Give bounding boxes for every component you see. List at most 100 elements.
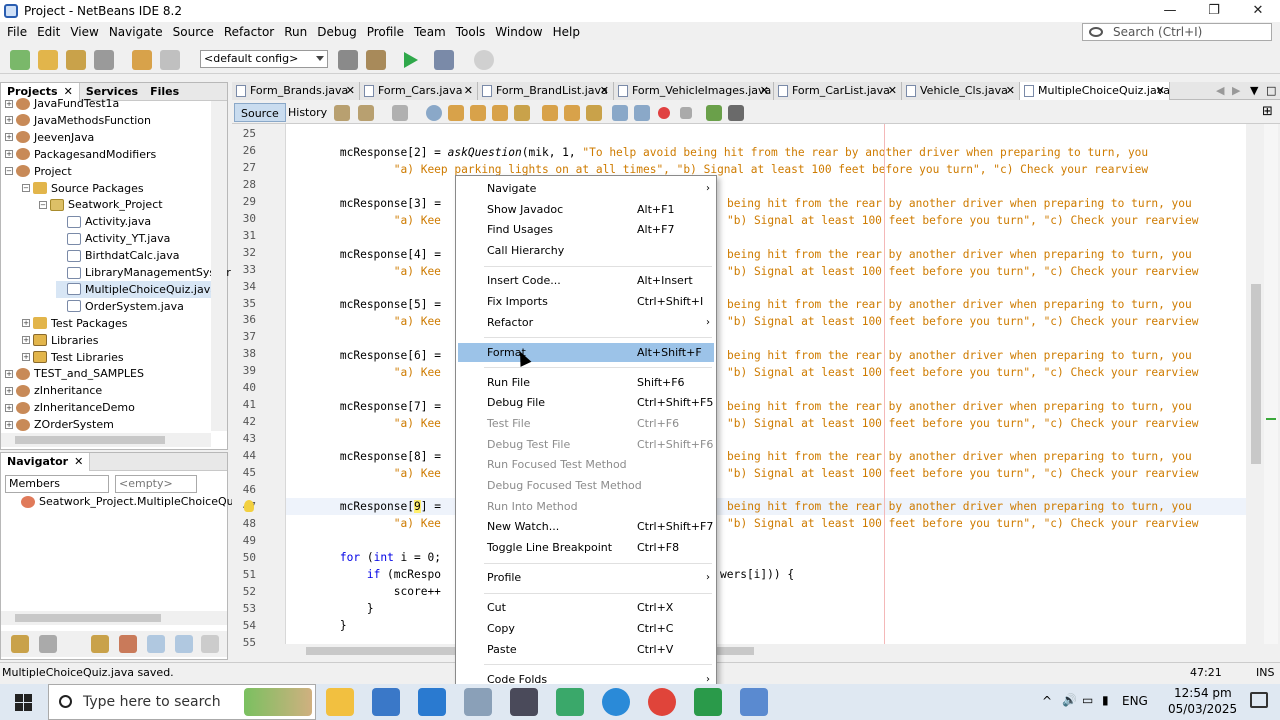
new-file-icon[interactable] [10, 50, 30, 70]
menu-team[interactable]: Team [409, 25, 451, 39]
tree-item[interactable]: + zInheritanceDemo [5, 399, 135, 416]
sort-kind-icon[interactable] [201, 635, 219, 653]
menu-item-profile[interactable]: Profile › [458, 568, 714, 587]
redo-icon[interactable] [160, 50, 180, 70]
find-previous-icon[interactable] [448, 105, 464, 121]
menu-item-run-focused-test-method[interactable]: Run Focused Test Method [458, 455, 714, 474]
tree-item[interactable]: − Seatwork_Project [39, 196, 163, 213]
menu-item-insert-code[interactable]: Insert Code... Alt+Insert [458, 271, 714, 290]
tab-form-vehicleimages[interactable]: Form_VehicleImages.java ✕ [614, 82, 774, 100]
menu-item-fix-imports[interactable]: Fix Imports Ctrl+Shift+I [458, 292, 714, 311]
save-all-icon[interactable] [94, 50, 114, 70]
android-studio-icon[interactable] [556, 688, 584, 716]
menu-view[interactable]: View [65, 25, 103, 39]
tab-multiplechoicequiz[interactable]: MultipleChoiceQuiz.java ✕ [1020, 82, 1170, 100]
tree-item[interactable]: + TEST_and_SAMPLES [5, 365, 144, 382]
clock-date[interactable]: 05/03/2025 [1168, 702, 1237, 716]
profile-icon[interactable] [474, 50, 494, 70]
tree-item[interactable]: − Source Packages [22, 180, 144, 197]
menu-item-test-file[interactable]: Test File Ctrl+F6 [458, 414, 714, 433]
excel-icon[interactable] [694, 688, 722, 716]
forward-icon[interactable] [392, 105, 408, 121]
toggle-highlight-icon[interactable] [492, 105, 508, 121]
code-editor[interactable]: mcResponse[2] = askQuestion(mik, 1, "To … [286, 124, 1246, 644]
tree-item[interactable]: + Test Packages [22, 315, 127, 332]
clock-time[interactable]: 12:54 pm [1174, 686, 1232, 700]
speaker-icon[interactable]: 🔊 [1062, 693, 1077, 707]
toggle-rectangular-icon[interactable] [514, 105, 530, 121]
language-indicator[interactable]: ENG [1122, 694, 1148, 708]
tree-item[interactable]: OrderSystem.java [56, 298, 184, 315]
menu-item-debug-test-file[interactable]: Debug Test File Ctrl+Shift+F6 [458, 435, 714, 454]
undo-icon[interactable] [132, 50, 152, 70]
build-icon[interactable] [338, 50, 358, 70]
new-project-icon[interactable] [38, 50, 58, 70]
toggle-bookmark-icon[interactable] [586, 105, 602, 121]
menu-refactor[interactable]: Refactor [219, 25, 279, 39]
menu-tools[interactable]: Tools [451, 25, 491, 39]
menu-run[interactable]: Run [279, 25, 312, 39]
tree-item[interactable]: − Project [5, 163, 72, 180]
start-button[interactable] [0, 684, 46, 720]
config-select[interactable]: <default config> [200, 50, 328, 68]
tab-form-brands[interactable]: Form_Brands.java ✕ [232, 82, 360, 100]
tree-horizontal-scrollbar[interactable] [1, 433, 211, 447]
menu-item-navigate[interactable]: Navigate › [458, 179, 714, 198]
stop-macro-icon[interactable] [680, 107, 692, 119]
menu-item-debug-file[interactable]: Debug File Ctrl+Shift+F5 [458, 393, 714, 412]
hint-lightbulb-icon[interactable] [244, 500, 254, 512]
minimize-button[interactable]: — [1148, 0, 1192, 22]
widget-icon[interactable] [244, 688, 312, 716]
filter-inherited-icon[interactable] [119, 635, 137, 653]
menu-item-run-file[interactable]: Run File Shift+F6 [458, 373, 714, 392]
navigator-class-item[interactable]: Seatwork_Project.MultipleChoiceQuiz :: [21, 493, 253, 510]
file-explorer-icon[interactable] [326, 688, 354, 716]
menu-item-find-usages[interactable]: Find Usages Alt+F7 [458, 220, 714, 239]
edge-icon[interactable] [602, 688, 630, 716]
back-icon[interactable] [358, 105, 374, 121]
comment-icon[interactable] [706, 105, 722, 121]
tree-item[interactable]: + JavaMethodsFunction [5, 112, 151, 129]
find-next-icon[interactable] [470, 105, 486, 121]
tree-item[interactable]: + PackagesandModifiers [5, 146, 156, 163]
clean-build-icon[interactable] [366, 50, 386, 70]
tab-form-carlist[interactable]: Form_CarList.java ✕ [774, 82, 902, 100]
menu-item-toggle-line-breakpoint[interactable]: Toggle Line Breakpoint Ctrl+F8 [458, 538, 714, 557]
tree-item[interactable]: + zInheritance [5, 382, 102, 399]
chrome-icon[interactable] [648, 688, 676, 716]
tree-item[interactable]: Activity_YT.java [56, 230, 170, 247]
restore-button[interactable]: ❐ [1192, 0, 1236, 22]
menu-window[interactable]: Window [490, 25, 547, 39]
run-icon[interactable] [404, 52, 418, 68]
scroll-tabs-right-icon[interactable]: ▶ [1232, 82, 1248, 100]
expand-toggle-icon[interactable]: + [5, 369, 13, 378]
find-icon[interactable] [426, 105, 442, 121]
navigator-horizontal-scrollbar[interactable] [1, 611, 227, 625]
tab-form-cars[interactable]: Form_Cars.java ✕ [360, 82, 478, 100]
menu-navigate[interactable]: Navigate [104, 25, 168, 39]
history-view-button[interactable]: History [282, 103, 333, 122]
store-icon[interactable] [372, 688, 400, 716]
menu-edit[interactable]: Edit [32, 25, 65, 39]
source-view-button[interactable]: Source [234, 103, 286, 122]
sort-source-icon[interactable] [175, 635, 193, 653]
menu-profile[interactable]: Profile [362, 25, 409, 39]
expand-toggle-icon[interactable]: + [5, 99, 13, 108]
menu-item-debug-focused-test-method[interactable]: Debug Focused Test Method [458, 476, 714, 495]
chevron-up-icon[interactable]: ^ [1042, 694, 1052, 708]
expand-toggle-icon[interactable]: + [22, 353, 30, 361]
split-editor-icon[interactable]: ⊞ [1262, 104, 1273, 119]
expand-toggle-icon[interactable]: + [22, 336, 30, 345]
menu-item-cut[interactable]: Cut Ctrl+X [458, 598, 714, 617]
netbeans-taskbar-icon[interactable] [740, 688, 768, 716]
expand-toggle-icon[interactable]: + [5, 386, 13, 395]
expand-toggle-icon[interactable]: − [22, 184, 30, 192]
tab-files[interactable]: Files [144, 83, 185, 101]
tree-item[interactable]: LibraryManagementSyster [56, 264, 231, 281]
menu-debug[interactable]: Debug [312, 25, 361, 39]
expand-toggle-icon[interactable]: + [5, 116, 13, 125]
debug-icon[interactable] [434, 50, 454, 70]
search-box[interactable]: Search (Ctrl+I) [1082, 23, 1272, 41]
previous-bookmark-icon[interactable] [542, 105, 558, 121]
next-bookmark-icon[interactable] [564, 105, 580, 121]
